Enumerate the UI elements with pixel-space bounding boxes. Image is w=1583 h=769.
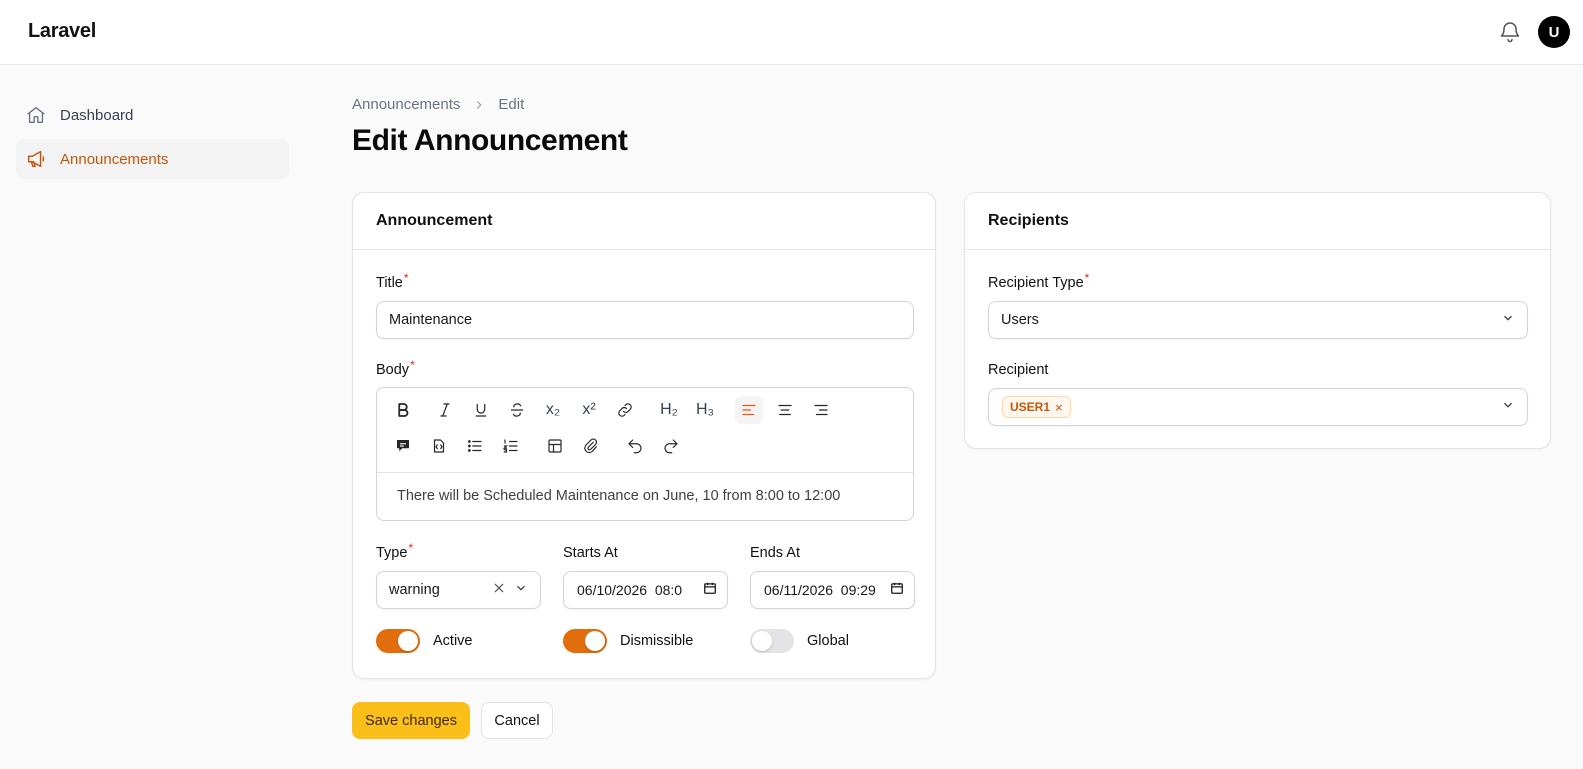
recipient-type-select[interactable]: Users [988, 301, 1528, 339]
toggle-knob [398, 631, 418, 651]
top-bar: Laravel U [0, 0, 1583, 65]
active-toggle[interactable] [376, 629, 420, 653]
home-icon [27, 106, 45, 124]
bold-icon[interactable] [389, 396, 417, 424]
recipients-card-heading: Recipients [965, 193, 1550, 250]
recipient-label: Recipient [988, 362, 1049, 378]
breadcrumb: Announcements Edit [352, 96, 524, 113]
chevron-down-icon [514, 581, 528, 599]
bell-icon[interactable] [1498, 20, 1522, 44]
sidebar-item-announcements[interactable]: Announcements [16, 139, 289, 179]
h3-icon[interactable]: H₃ [691, 396, 719, 424]
h2-icon[interactable]: H₂ [655, 396, 683, 424]
remove-tag-icon[interactable]: × [1055, 400, 1063, 415]
recipient-type-value: Users [1001, 312, 1039, 328]
title-input[interactable]: Maintenance [376, 301, 914, 339]
undo-icon[interactable] [621, 432, 649, 460]
toggle-knob [585, 631, 605, 651]
required-mark: * [410, 358, 415, 372]
clear-icon[interactable] [492, 581, 506, 599]
breadcrumb-current: Edit [498, 96, 525, 113]
recipient-type-label: Recipient Type* [988, 271, 1089, 291]
editor-content[interactable]: There will be Scheduled Maintenance on J… [377, 472, 913, 520]
link-icon[interactable] [611, 396, 639, 424]
announcement-card-heading: Announcement [353, 193, 935, 250]
starts-at-input[interactable]: 06/10/2026 08:0 [563, 571, 728, 609]
recipient-tag-text: USER1 [1010, 400, 1051, 414]
starts-at-label: Starts At [563, 545, 618, 561]
sidebar-item-dashboard[interactable]: Dashboard [16, 95, 289, 135]
dismissible-toggle[interactable] [563, 629, 607, 653]
align-center-icon[interactable] [771, 396, 799, 424]
editor-toolbar-row-2 [389, 430, 685, 462]
ends-at-value: 06/11/2026 09:29 [764, 582, 876, 598]
chevron-right-icon [472, 98, 486, 112]
page-title: Edit Announcement [352, 124, 628, 157]
recipients-card: Recipients Recipient Type* Users Recipie… [964, 192, 1551, 449]
announcement-card: Announcement Title* Maintenance Body* x₂… [352, 192, 936, 679]
type-select-value: warning [389, 582, 440, 598]
title-input-value: Maintenance [389, 312, 473, 328]
title-label: Title* [376, 271, 409, 291]
recipient-type-label-text: Recipient Type [988, 275, 1084, 291]
global-toggle[interactable] [750, 629, 794, 653]
rich-text-editor: x₂ x² H₂ H₃ There will be Scheduled Main… [376, 387, 914, 521]
body-label-text: Body [376, 362, 410, 378]
ends-at-label: Ends At [750, 545, 800, 561]
chevron-down-icon [1501, 398, 1515, 416]
calendar-icon[interactable] [703, 581, 717, 599]
align-left-icon[interactable] [735, 396, 763, 424]
table-icon[interactable] [541, 432, 569, 460]
body-label: Body* [376, 358, 415, 378]
editor-toolbar-row-1: x₂ x² H₂ H₃ [389, 394, 835, 426]
active-toggle-label: Active [433, 633, 473, 649]
underline-icon[interactable] [467, 396, 495, 424]
starts-at-value: 06/10/2026 08:0 [577, 582, 683, 598]
title-label-text: Title [376, 275, 403, 291]
code-block-icon[interactable] [425, 432, 453, 460]
sidebar-item-label: Dashboard [60, 106, 134, 124]
ends-at-input[interactable]: 06/11/2026 09:29 [750, 571, 915, 609]
save-changes-button[interactable]: Save changes [352, 702, 470, 739]
type-label: Type* [376, 541, 413, 561]
global-toggle-label: Global [807, 633, 849, 649]
required-mark: * [403, 271, 409, 285]
type-select[interactable]: warning [376, 571, 541, 609]
required-mark: * [1084, 271, 1090, 285]
attach-icon[interactable] [577, 432, 605, 460]
ordered-list-icon[interactable] [497, 432, 525, 460]
superscript-icon[interactable]: x² [575, 396, 603, 424]
blockquote-icon[interactable] [389, 432, 417, 460]
subscript-icon[interactable]: x₂ [539, 396, 567, 424]
brand-logo[interactable]: Laravel [28, 20, 96, 43]
breadcrumb-parent[interactable]: Announcements [352, 96, 460, 113]
required-mark: * [408, 541, 414, 555]
align-right-icon[interactable] [807, 396, 835, 424]
dismissible-toggle-label: Dismissible [620, 633, 694, 649]
chevron-down-icon [1501, 311, 1515, 329]
sidebar-item-label: Announcements [60, 150, 169, 168]
toggle-knob [752, 631, 772, 651]
redo-icon[interactable] [657, 432, 685, 460]
bullet-list-icon[interactable] [461, 432, 489, 460]
recipient-tag: USER1 × [1002, 396, 1071, 418]
type-label-text: Type [376, 545, 408, 561]
italic-icon[interactable] [431, 396, 459, 424]
user-avatar[interactable]: U [1538, 16, 1570, 48]
megaphone-icon [27, 150, 45, 168]
strike-icon[interactable] [503, 396, 531, 424]
recipient-multiselect[interactable]: USER1 × [988, 388, 1528, 426]
cancel-button[interactable]: Cancel [481, 702, 553, 739]
calendar-icon[interactable] [890, 581, 904, 599]
